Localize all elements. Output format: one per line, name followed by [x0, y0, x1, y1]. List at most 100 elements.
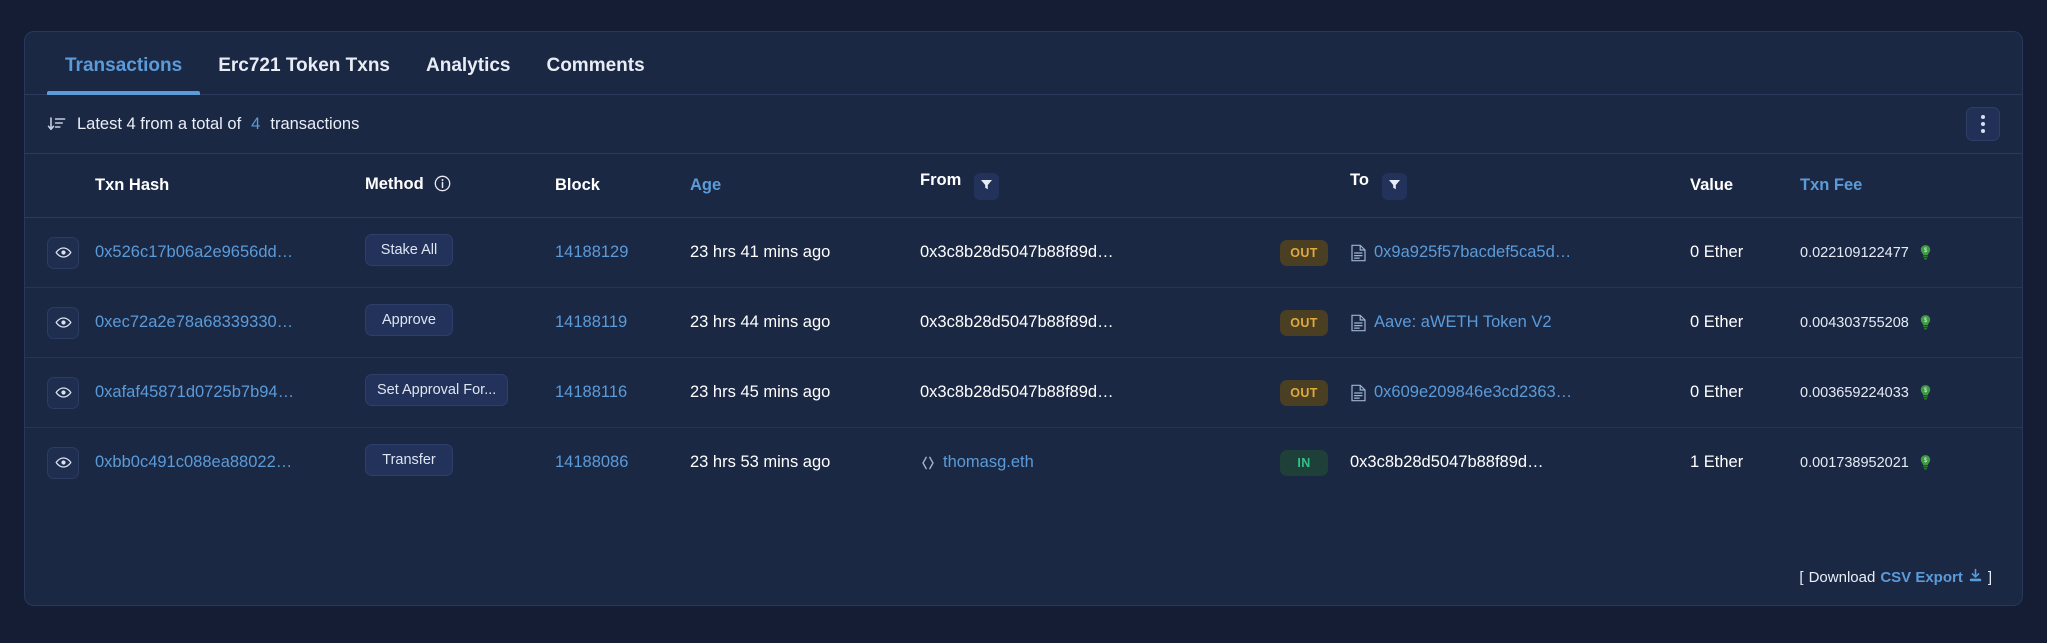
from-address: 0x3c8b28d5047b88f89d… [920, 243, 1114, 261]
status-total-count[interactable]: 4 [251, 115, 260, 134]
method-badge[interactable]: Stake All [365, 234, 453, 266]
to-address-link[interactable]: 0x9a925f57bacdef5ca5d… [1374, 243, 1571, 262]
cell-value: 0 Ether [1690, 243, 1744, 261]
cell-method: Transfer [365, 428, 555, 498]
txn-fee-value: 0.003659224033 [1800, 384, 1909, 401]
cell-to: Aave: aWETH Token V2 [1350, 288, 1690, 358]
table-body: 0x526c17b06a2e9656dd… Stake All 14188129 23… [25, 218, 2022, 498]
footer-close-bracket: ] [1987, 569, 1992, 586]
cell-direction: OUT [1280, 288, 1350, 358]
header-from: From [920, 154, 1280, 218]
filter-icon[interactable] [973, 173, 999, 200]
cell-txn-hash: 0xbb0c491c088ea88022… [95, 428, 365, 498]
eye-icon[interactable] [47, 446, 79, 479]
cell-method: Stake All [365, 218, 555, 288]
cell-method: Approve [365, 288, 555, 358]
block-link[interactable]: 14188116 [555, 383, 627, 401]
transactions-panel: Transactions Erc721 Token Txns Analytics… [24, 31, 2023, 606]
filter-icon[interactable] [1381, 173, 1407, 200]
tab-erc721-token-txns-label: Erc721 Token Txns [218, 55, 390, 76]
cell-txn-fee: 0.001738952021 $ [1800, 428, 2022, 498]
header-method-label: Method [365, 174, 424, 193]
cell-from: 0x3c8b28d5047b88f89d… [920, 288, 1280, 358]
txn-hash-link[interactable]: 0xec72a2e78a68339330… [95, 313, 293, 331]
direction-badge: OUT [1280, 239, 1328, 266]
block-link[interactable]: 14188129 [555, 243, 628, 261]
method-badge[interactable]: Transfer [365, 444, 453, 476]
tab-transactions-label: Transactions [65, 55, 183, 76]
cell-to: 0x609e209846e3cd2363… [1350, 358, 1690, 428]
cell-value: 0 Ether [1690, 383, 1744, 401]
tab-bar: Transactions Erc721 Token Txns Analytics… [25, 32, 2022, 95]
txn-hash-link[interactable]: 0xafaf45871d0725b7b94… [95, 383, 294, 401]
kebab-dot [1981, 115, 1985, 119]
table-row: 0xec72a2e78a68339330… Approve 14188119 23 h… [25, 288, 2022, 358]
table-row: 0xafaf45871d0725b7b94… Set Approval For..… [25, 358, 2022, 428]
from-address: 0x3c8b28d5047b88f89d… [920, 383, 1114, 401]
block-link[interactable]: 14188086 [555, 453, 628, 471]
eye-icon[interactable] [47, 376, 79, 409]
download-icon[interactable] [1968, 568, 1983, 587]
method-badge[interactable]: Approve [365, 304, 453, 336]
kebab-dot [1981, 129, 1985, 133]
block-link[interactable]: 14188119 [555, 313, 627, 331]
header-eye [25, 154, 95, 218]
cell-txn-hash: 0x526c17b06a2e9656dd… [95, 218, 365, 288]
direction-badge: OUT [1280, 309, 1328, 336]
header-age[interactable]: Age [690, 154, 920, 218]
cell-direction: OUT [1280, 358, 1350, 428]
tab-comments-label: Comments [546, 55, 645, 76]
csv-export-link[interactable]: CSV Export [1880, 569, 1963, 586]
cell-age: 23 hrs 44 mins ago [690, 313, 831, 331]
from-address-link[interactable]: thomasg.eth [943, 453, 1034, 472]
eye-icon[interactable] [47, 236, 79, 269]
tab-transactions[interactable]: Transactions [47, 55, 201, 95]
tab-comments[interactable]: Comments [528, 55, 662, 94]
cell-txn-hash: 0xafaf45871d0725b7b94… [95, 358, 365, 428]
kebab-menu-icon[interactable] [1966, 107, 2000, 141]
table-row: 0xbb0c491c088ea88022… Transfer 14188086 23 … [25, 428, 2022, 498]
cell-block: 14188129 [555, 218, 690, 288]
footer-open-bracket: [ [1799, 569, 1804, 586]
cell-value: 1 Ether [1690, 453, 1744, 471]
header-to-label: To [1350, 171, 1369, 189]
cell-eye [25, 218, 95, 288]
cell-eye [25, 358, 95, 428]
table-row: 0x526c17b06a2e9656dd… Stake All 14188129 23… [25, 218, 2022, 288]
to-address-link[interactable]: Aave: aWETH Token V2 [1374, 313, 1552, 332]
kebab-dot [1981, 122, 1985, 126]
cell-txn-hash: 0xec72a2e78a68339330… [95, 288, 365, 358]
cell-eye [25, 428, 95, 498]
sort-descending-icon [47, 114, 67, 134]
method-badge[interactable]: Set Approval For... [365, 374, 509, 406]
to-address: 0x3c8b28d5047b88f89d… [1350, 453, 1544, 471]
cell-from: 0x3c8b28d5047b88f89d… [920, 358, 1280, 428]
txn-hash-link[interactable]: 0xbb0c491c088ea88022… [95, 453, 292, 471]
cell-block: 14188116 [555, 358, 690, 428]
to-address-link[interactable]: 0x609e209846e3cd2363… [1374, 383, 1572, 402]
table-header-row: Txn Hash Method Block Age From To Value … [25, 154, 2022, 218]
status-prefix: Latest 4 from a total of [77, 114, 242, 133]
cell-age: 23 hrs 41 mins ago [690, 243, 831, 261]
direction-badge: IN [1280, 449, 1328, 476]
eye-icon[interactable] [47, 306, 79, 339]
cell-block: 14188119 [555, 288, 690, 358]
cell-direction: IN [1280, 428, 1350, 498]
cell-direction: OUT [1280, 218, 1350, 288]
cell-txn-fee: 0.022109122477 $ [1800, 218, 2022, 288]
cell-txn-fee: 0.003659224033 $ [1800, 358, 2022, 428]
tab-erc721-token-txns[interactable]: Erc721 Token Txns [200, 55, 408, 94]
cell-from: thomasg.eth [920, 428, 1280, 498]
page-background: Transactions Erc721 Token Txns Analytics… [0, 0, 2047, 643]
cell-age: 23 hrs 45 mins ago [690, 383, 831, 401]
header-txn-fee[interactable]: Txn Fee [1800, 154, 2022, 218]
csv-export-footer: [ Download CSV Export ] [1799, 568, 1992, 587]
from-address: 0x3c8b28d5047b88f89d… [920, 313, 1114, 331]
cell-age: 23 hrs 53 mins ago [690, 453, 831, 471]
txn-fee-value: 0.001738952021 [1800, 454, 1909, 471]
tab-analytics[interactable]: Analytics [408, 55, 528, 94]
txn-fee-value: 0.022109122477 [1800, 244, 1909, 261]
cell-from: 0x3c8b28d5047b88f89d… [920, 218, 1280, 288]
info-icon[interactable] [434, 175, 451, 197]
txn-hash-link[interactable]: 0x526c17b06a2e9656dd… [95, 243, 293, 261]
